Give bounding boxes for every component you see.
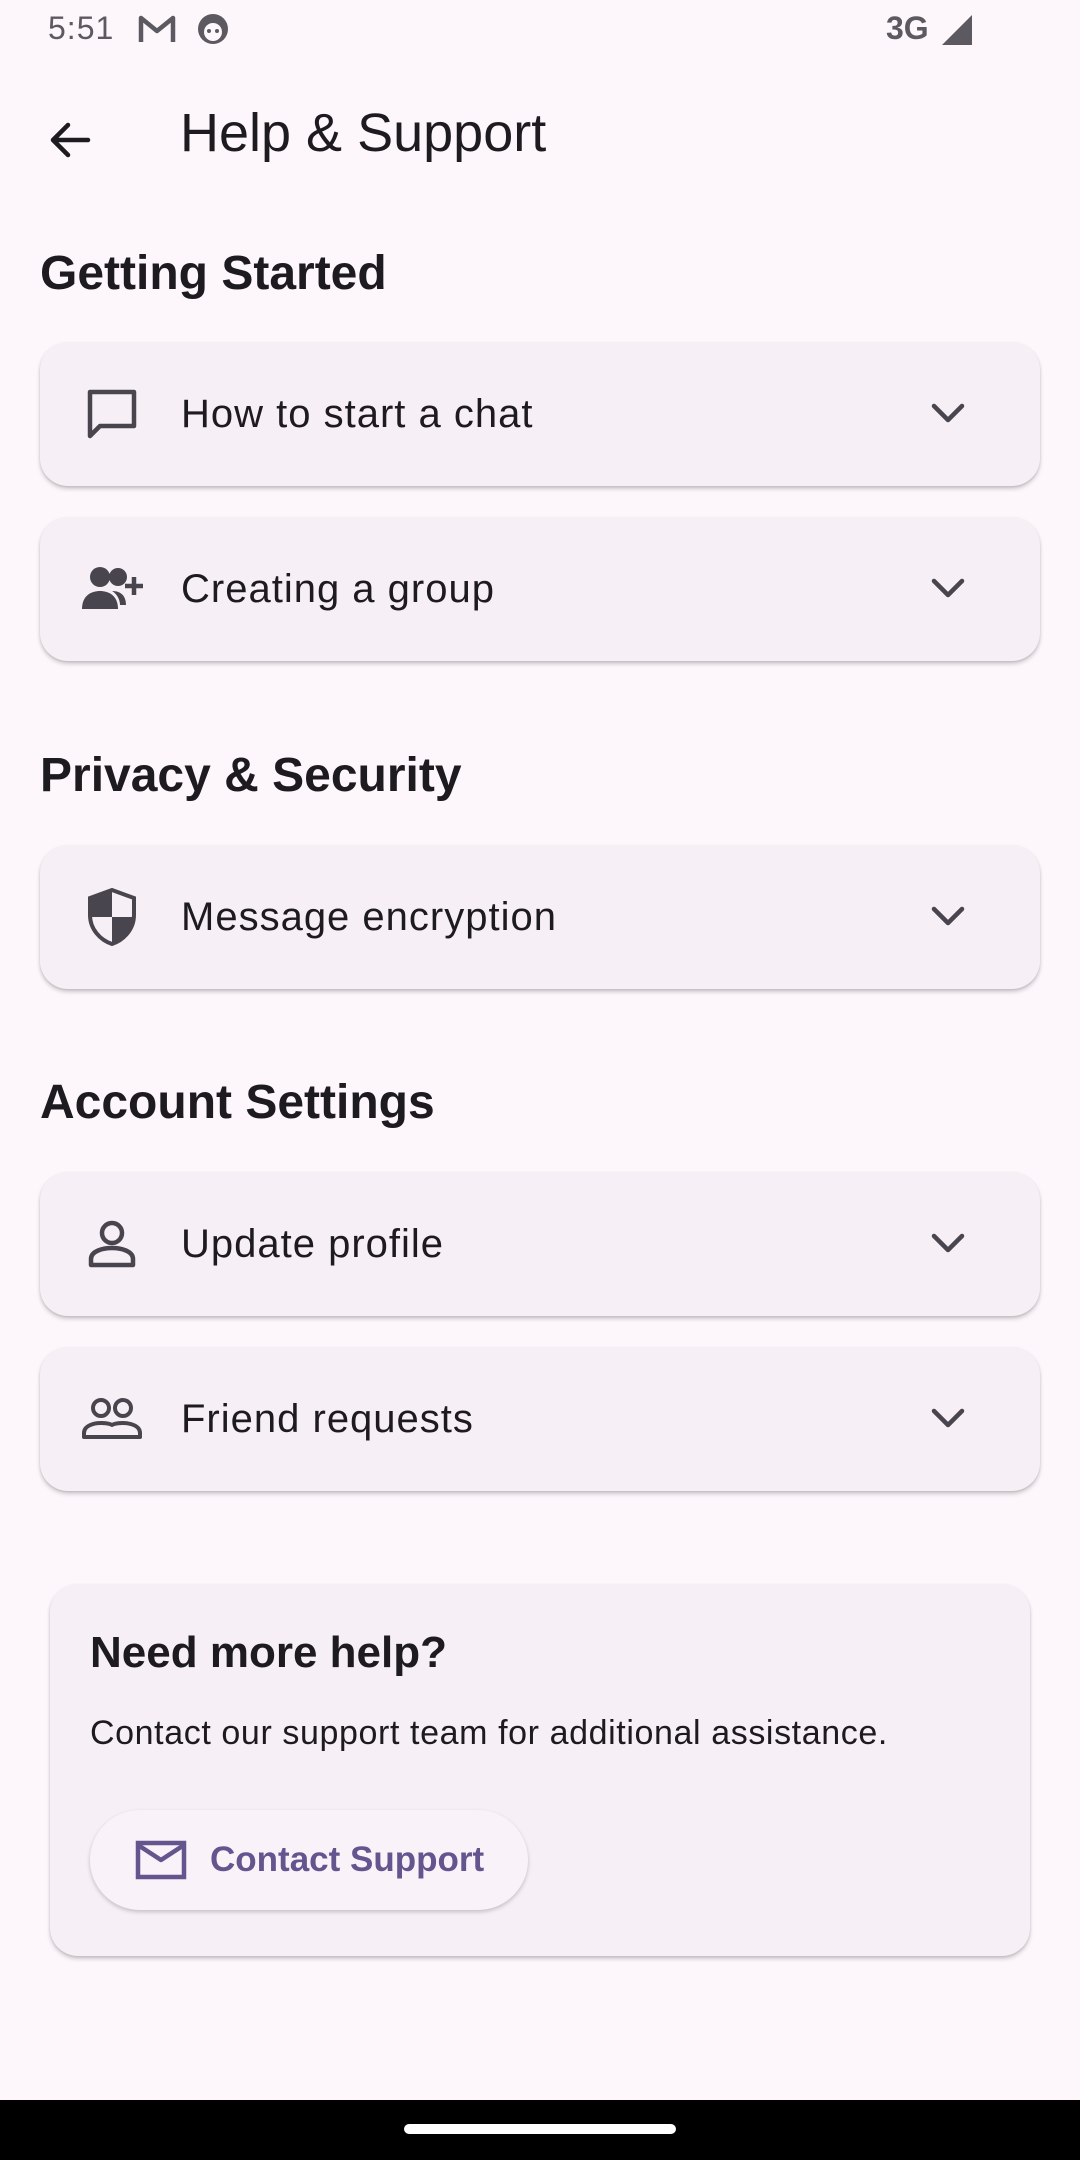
support-card: Need more help? Contact our support team… [50,1584,1030,1956]
chevron-down-icon[interactable] [920,1391,976,1447]
person-icon [78,1210,146,1278]
section-title-privacy-security: Privacy & Security [40,749,462,802]
faq-item-label: Message encryption [181,895,557,939]
chat-bubble-icon [78,380,146,448]
chevron-down-icon[interactable] [920,386,976,442]
people-icon [78,1385,146,1453]
support-card-text: Contact our support team for additional … [90,1714,888,1752]
page-title: Help & Support [180,103,547,163]
network-type: 3G [886,10,929,46]
system-nav-bar [0,2100,1080,2160]
status-time: 5:51 [48,10,115,46]
contact-support-label: Contact Support [210,1840,485,1879]
faq-item-friend-requests[interactable]: Friend requests [40,1347,1040,1491]
mail-icon [134,1833,188,1887]
status-bar: 5:51 3G [0,0,1080,60]
faq-item-message-encryption[interactable]: Message encryption [40,845,1040,989]
gmail-icon [138,12,176,51]
support-card-title: Need more help? [90,1628,447,1677]
contact-support-button[interactable]: Contact Support [90,1810,528,1910]
faq-item-create-group[interactable]: Creating a group [40,517,1040,661]
group-add-icon [78,555,146,623]
chevron-down-icon[interactable] [920,1216,976,1272]
arrow-back-icon [46,116,94,169]
faq-item-label: Update profile [181,1222,445,1266]
faq-item-label: How to start a chat [181,392,534,436]
faq-item-label: Friend requests [181,1397,474,1441]
chevron-down-icon[interactable] [920,889,976,945]
android-face-icon [196,12,230,51]
home-gesture-handle[interactable] [404,2124,676,2134]
faq-item-label: Creating a group [181,567,495,611]
faq-item-start-chat[interactable]: How to start a chat [40,342,1040,486]
faq-item-update-profile[interactable]: Update profile [40,1172,1040,1316]
shield-icon [78,883,146,951]
section-title-account-settings: Account Settings [40,1076,435,1129]
chevron-down-icon[interactable] [920,561,976,617]
app-bar: Help & Support [0,70,1080,190]
back-button[interactable] [28,100,112,184]
section-title-getting-started: Getting Started [40,247,387,300]
signal-icon [940,14,974,51]
